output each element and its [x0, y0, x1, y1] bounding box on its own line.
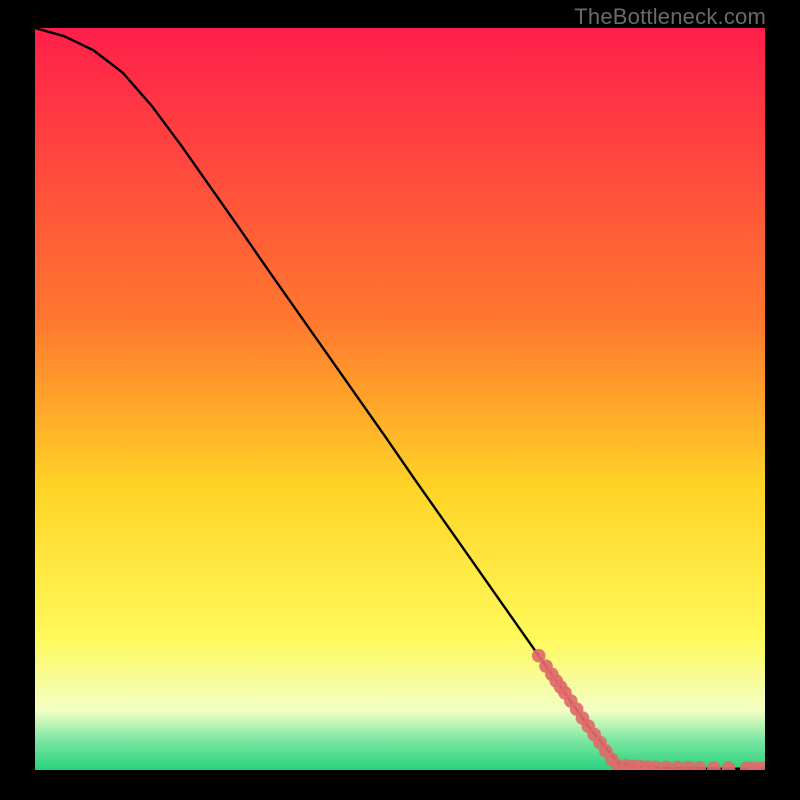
highlight-points: [532, 649, 765, 770]
chart-stage: TheBottleneck.com: [0, 0, 800, 800]
watermark-text: TheBottleneck.com: [574, 4, 766, 30]
curve-line: [35, 28, 765, 769]
plot-frame: [35, 28, 765, 770]
plot-svg: [35, 28, 765, 770]
